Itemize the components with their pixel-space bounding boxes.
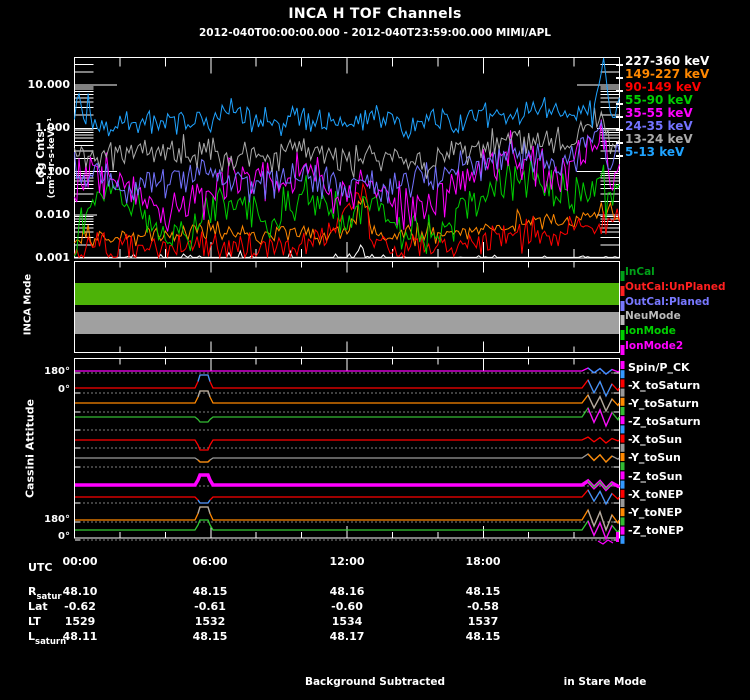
- legend-24-35kev: 24-35 keV: [625, 119, 693, 133]
- legend-13-24kev: 13-24 keV: [625, 132, 693, 146]
- table-cell: 1532: [194, 615, 226, 628]
- table-cell: 48.15: [465, 630, 501, 643]
- y-axis-title: Log Cnts (cm²-sr-s-keV)⁻¹: [34, 58, 65, 258]
- label-x-tosun: -X_toSun: [628, 433, 683, 446]
- label-x-tonep: -X_toNEP: [628, 488, 684, 501]
- page-title: INCA H TOF Channels: [288, 6, 462, 22]
- table-cell: 48.15: [192, 585, 228, 598]
- x-tick-1200: 12:00: [329, 555, 365, 568]
- table-cell: 48.11: [62, 630, 98, 643]
- legend-149-227kev: 149-227 keV: [625, 67, 710, 81]
- deg-0-top: 0°: [58, 384, 70, 395]
- legend-incal: InCal: [625, 266, 655, 278]
- y-axis-title-line2: (cm²-sr-s-keV)⁻¹: [47, 117, 57, 199]
- table-cell: 48.16: [329, 585, 365, 598]
- label-y-tosun: -Y_toSun: [628, 451, 681, 464]
- legend-5-13kev: 5-13 keV: [625, 145, 685, 159]
- legend-outcal-unplaned: OutCal:UnPlaned: [625, 281, 726, 293]
- label-spin-pck: Spin/P_CK: [628, 361, 690, 374]
- footer-background-subtracted: Background Subtracted: [304, 676, 446, 688]
- table-cell: 48.15: [465, 585, 501, 598]
- label-y-tonep: -Y_toNEP: [628, 506, 683, 519]
- label-z-tosun: -Z_toSun: [628, 470, 683, 483]
- deg-0-bot: 0°: [58, 531, 70, 542]
- table-cell: -0.61: [194, 600, 226, 613]
- deg-180-top: 180°: [44, 366, 70, 377]
- footer-stare-mode: in Stare Mode: [563, 676, 647, 688]
- table-cell: 48.17: [329, 630, 365, 643]
- legend-35-55kev: 35-55 keV: [625, 106, 693, 120]
- legend-227-360kev: 227-360 keV: [625, 54, 710, 68]
- table-cell: 1529: [64, 615, 96, 628]
- legend-neumode: NeuMode: [625, 310, 681, 322]
- table-cell: -0.58: [467, 600, 499, 613]
- deg-180-bot: 180°: [44, 514, 70, 525]
- table-row-label-lat: Lat: [28, 600, 48, 613]
- legend-ionmode2: IonMode2: [625, 340, 684, 352]
- table-row-label-lt: LT: [28, 615, 41, 628]
- label-y-tosaturn: -Y_toSaturn: [628, 397, 699, 410]
- legend-ionmode: IonMode: [625, 325, 676, 337]
- legend-outcal-planed: OutCal:Planed: [625, 296, 710, 308]
- legend-90-149kev: 90-149 keV: [625, 80, 701, 94]
- label-z-tosaturn: -Z_toSaturn: [628, 415, 701, 428]
- x-tick-0600: 06:00: [192, 555, 228, 568]
- x-tick-1800: 18:00: [465, 555, 501, 568]
- table-cell: 1534: [331, 615, 363, 628]
- label-x-tosaturn: -X_toSaturn: [628, 379, 701, 392]
- table-row-label-utc: UTC: [28, 561, 53, 574]
- label-z-tonep: -Z_toNEP: [628, 524, 684, 537]
- mode-axis-label: INCA Mode: [22, 273, 34, 336]
- page-subtitle: 2012-040T00:00:00.000 - 2012-040T23:59:0…: [199, 27, 551, 39]
- table-cell: 48.15: [192, 630, 228, 643]
- legend-55-90kev: 55-90 keV: [625, 93, 693, 107]
- table-cell: 1537: [467, 615, 499, 628]
- table-cell: 48.10: [62, 585, 98, 598]
- table-cell: -0.60: [331, 600, 363, 613]
- table-cell: -0.62: [64, 600, 96, 613]
- x-tick-0000: 00:00: [62, 555, 98, 568]
- y-axis-title-line1: Log Cnts: [34, 131, 47, 185]
